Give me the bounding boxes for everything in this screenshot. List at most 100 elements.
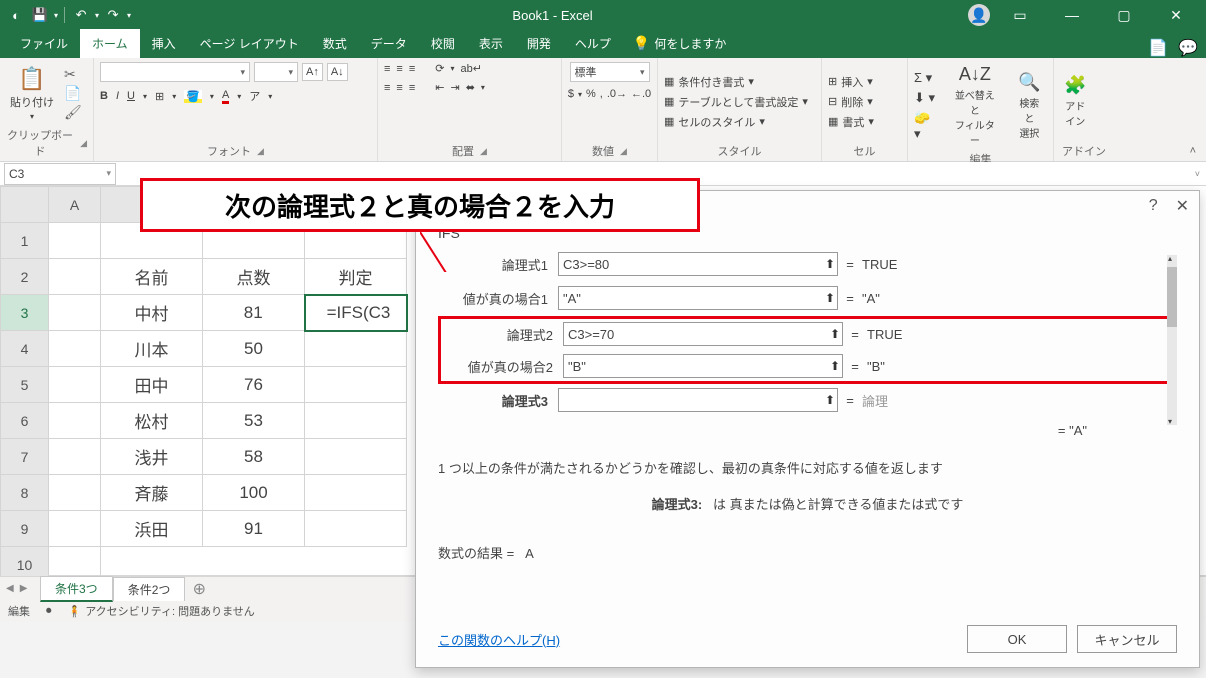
cell-b4[interactable]: 川本 xyxy=(101,331,203,367)
sort-filter-button[interactable]: A↓Z 並べ替えと フィルター xyxy=(948,62,1002,149)
cell-b8[interactable]: 斉藤 xyxy=(101,475,203,511)
minimize-button[interactable]: — xyxy=(1050,0,1094,30)
align-right-icon[interactable]: ≡ xyxy=(409,82,415,94)
row-header-5[interactable]: 5 xyxy=(1,367,49,403)
add-sheet-button[interactable]: ⊕ xyxy=(185,579,213,599)
ok-button[interactable]: OK xyxy=(967,625,1067,653)
format-as-table-button[interactable]: ▦テーブルとして書式設定 ▾ xyxy=(664,94,808,110)
formula-bar-expand-icon[interactable]: ˅ xyxy=(1195,169,1200,179)
macro-record-icon[interactable]: ⏺ xyxy=(46,605,52,618)
user-avatar[interactable]: 👤 xyxy=(968,4,990,26)
function-help-link[interactable]: この関数のヘルプ(H) xyxy=(438,630,560,649)
row-header-2[interactable]: 2 xyxy=(1,259,49,295)
currency-icon[interactable]: $ xyxy=(568,88,574,100)
increase-indent-icon[interactable]: ⇥ xyxy=(450,81,459,94)
clear-icon[interactable]: 🧽 ▾ xyxy=(914,110,938,142)
format-painter-icon[interactable]: 🖌 xyxy=(64,104,82,121)
tab-formulas[interactable]: 数式 xyxy=(311,29,359,58)
args-scrollbar[interactable]: ▴ ▾ xyxy=(1167,255,1177,425)
qat-dropdown-icon[interactable]: ▾ xyxy=(54,11,58,20)
arg5-input[interactable]: ⬆ xyxy=(558,388,838,412)
phonetic-icon[interactable]: ア xyxy=(249,88,260,104)
font-launcher-icon[interactable]: ◢ xyxy=(257,146,264,157)
align-middle-icon[interactable]: ≡ xyxy=(396,63,402,75)
number-format-combo[interactable]: 標準 xyxy=(570,62,650,82)
row-header-9[interactable]: 9 xyxy=(1,511,49,547)
percent-icon[interactable]: % xyxy=(586,88,596,100)
cell-b3[interactable]: 中村 xyxy=(101,295,203,331)
font-name-combo[interactable] xyxy=(100,62,250,82)
cell-c9[interactable]: 91 xyxy=(203,511,305,547)
find-select-button[interactable]: 🔍 検索と 選択 xyxy=(1012,70,1047,142)
clipboard-launcher-icon[interactable]: ◢ xyxy=(80,138,87,149)
cell-c3[interactable]: 81 xyxy=(203,295,305,331)
comments-icon[interactable]: 💬 xyxy=(1178,38,1198,58)
arg4-input[interactable]: "B"⬆ xyxy=(563,354,843,378)
alignment-launcher-icon[interactable]: ◢ xyxy=(480,146,487,157)
delete-cells-button[interactable]: ⊟ 削除 ▾ xyxy=(828,94,874,110)
cell-c8[interactable]: 100 xyxy=(203,475,305,511)
cell-b2[interactable]: 名前 xyxy=(101,259,203,295)
collapse-ribbon-icon[interactable]: ˄ xyxy=(1190,145,1196,157)
cell-c6[interactable]: 53 xyxy=(203,403,305,439)
cell-c7[interactable]: 58 xyxy=(203,439,305,475)
align-top-icon[interactable]: ≡ xyxy=(384,63,390,75)
arg2-input[interactable]: "A"⬆ xyxy=(558,286,838,310)
autosum-icon[interactable]: Σ ▾ xyxy=(914,70,938,86)
autosave-toggle[interactable]: ◐ xyxy=(6,5,26,25)
tab-insert[interactable]: 挿入 xyxy=(140,29,188,58)
bold-button[interactable]: B xyxy=(100,90,108,102)
comma-icon[interactable]: , xyxy=(600,88,603,100)
increase-font-icon[interactable]: A↑ xyxy=(302,63,323,81)
row-header-6[interactable]: 6 xyxy=(1,403,49,439)
row-header-8[interactable]: 8 xyxy=(1,475,49,511)
italic-button[interactable]: I xyxy=(116,90,119,102)
cell-c5[interactable]: 76 xyxy=(203,367,305,403)
align-bottom-icon[interactable]: ≡ xyxy=(409,63,415,75)
underline-button[interactable]: U xyxy=(127,90,135,102)
align-center-icon[interactable]: ≡ xyxy=(396,82,402,94)
tab-home[interactable]: ホーム xyxy=(80,29,140,58)
undo-icon[interactable]: ↶ xyxy=(71,5,91,25)
cell-d2[interactable]: 判定 xyxy=(305,259,407,295)
cell-d3-active[interactable]: =IFS(C3 xyxy=(305,295,407,331)
sheet-nav-prev-icon[interactable]: ◀ xyxy=(6,583,14,594)
sheet-tab-2[interactable]: 条件2つ xyxy=(113,577,186,601)
scrollbar-thumb[interactable] xyxy=(1167,267,1177,327)
row-header-1[interactable]: 1 xyxy=(1,223,49,259)
select-all-corner[interactable] xyxy=(1,187,49,223)
row-header-3[interactable]: 3 xyxy=(1,295,49,331)
decrease-indent-icon[interactable]: ⇤ xyxy=(435,81,444,94)
fill-icon[interactable]: ⬇ ▾ xyxy=(914,90,938,106)
share-icon[interactable]: 📄 xyxy=(1148,38,1168,58)
tab-file[interactable]: ファイル xyxy=(8,29,80,58)
tab-developer[interactable]: 開発 xyxy=(515,29,563,58)
cell-c2[interactable]: 点数 xyxy=(203,259,305,295)
row-header-7[interactable]: 7 xyxy=(1,439,49,475)
sheet-tab-1[interactable]: 条件3つ xyxy=(40,576,113,602)
range-picker-icon[interactable]: ⬆ xyxy=(830,327,840,341)
cancel-button[interactable]: キャンセル xyxy=(1077,625,1177,653)
font-color-icon[interactable]: A xyxy=(222,89,229,104)
conditional-formatting-button[interactable]: ▦条件付き書式 ▾ xyxy=(664,74,808,90)
row-header-4[interactable]: 4 xyxy=(1,331,49,367)
format-cells-button[interactable]: ▦ 書式 ▾ xyxy=(828,114,874,130)
ribbon-display-icon[interactable]: ▭ xyxy=(998,0,1042,30)
increase-decimal-icon[interactable]: .0→ xyxy=(607,88,627,100)
range-picker-icon[interactable]: ⬆ xyxy=(830,359,840,373)
dialog-help-icon[interactable]: ? xyxy=(1149,197,1158,215)
tab-page-layout[interactable]: ページ レイアウト xyxy=(188,29,311,58)
cell-b7[interactable]: 浅井 xyxy=(101,439,203,475)
range-picker-icon[interactable]: ⬆ xyxy=(825,257,835,271)
range-picker-icon[interactable]: ⬆ xyxy=(825,393,835,407)
status-accessibility[interactable]: 🧍アクセシビリティ: 問題ありません xyxy=(68,603,255,619)
tab-help[interactable]: ヘルプ xyxy=(563,29,623,58)
border-icon[interactable]: ⊞ xyxy=(155,90,164,103)
qat-customize-icon[interactable]: ▾ xyxy=(127,11,131,20)
paste-button[interactable]: 📋 貼り付け ▾ xyxy=(6,64,58,123)
arg3-input[interactable]: C3>=70⬆ xyxy=(563,322,843,346)
tell-me-search[interactable]: 💡 何をしますか xyxy=(623,29,736,58)
merge-icon[interactable]: ⬌ xyxy=(466,81,475,94)
decrease-font-icon[interactable]: A↓ xyxy=(327,63,348,81)
align-left-icon[interactable]: ≡ xyxy=(384,82,390,94)
